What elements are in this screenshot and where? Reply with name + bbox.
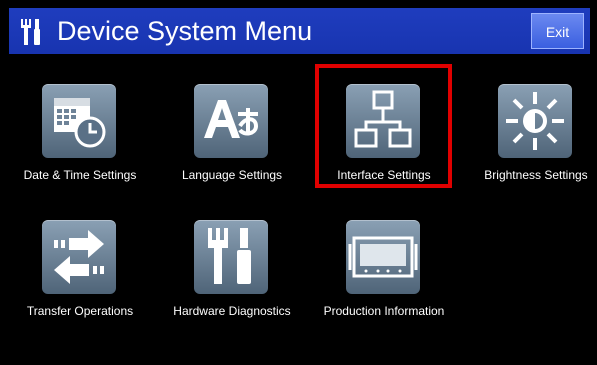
transfer-icon-tile [42,220,116,294]
menu-item-label: Transfer Operations [26,304,134,318]
menu-item-production-information[interactable]: Production Information [309,220,459,340]
menu-item-date-time-settings[interactable]: Date & Time Settings [5,84,155,204]
menu-item-label: Hardware Diagnostics [173,304,291,318]
page-title: Device System Menu [57,16,313,46]
tools-icon [21,19,40,45]
menu-grid: Date & Time Settings Language Settings I… [9,54,590,365]
menu-item-language-settings[interactable]: Language Settings [157,84,307,204]
menu-item-hardware-diagnostics[interactable]: Hardware Diagnostics [157,220,307,340]
transfer-arrows-icon [54,230,104,284]
menu-item-label: Language Settings [181,168,283,182]
menu-item-label: Brightness Settings [484,168,588,182]
device-screen-icon [348,236,418,278]
hardware-icon-tile [194,220,268,294]
menu-item-label: Production Information [323,304,445,318]
production-icon-tile [346,220,420,294]
brightness-icon [506,92,564,150]
menu-item-brightness-settings[interactable]: Brightness Settings [461,84,597,204]
tools-icon [208,228,251,284]
brightness-icon-tile [498,84,572,158]
date-time-icon-tile [42,84,116,158]
title-bar: Device System Menu Exit [9,8,590,54]
exit-button[interactable]: Exit [531,13,584,49]
language-icon-tile [194,84,268,158]
menu-item-transfer-operations[interactable]: Transfer Operations [5,220,155,340]
calendar-clock-icon [54,98,106,148]
selection-highlight [315,64,452,188]
menu-item-label: Date & Time Settings [23,168,137,182]
language-icon [204,100,259,138]
